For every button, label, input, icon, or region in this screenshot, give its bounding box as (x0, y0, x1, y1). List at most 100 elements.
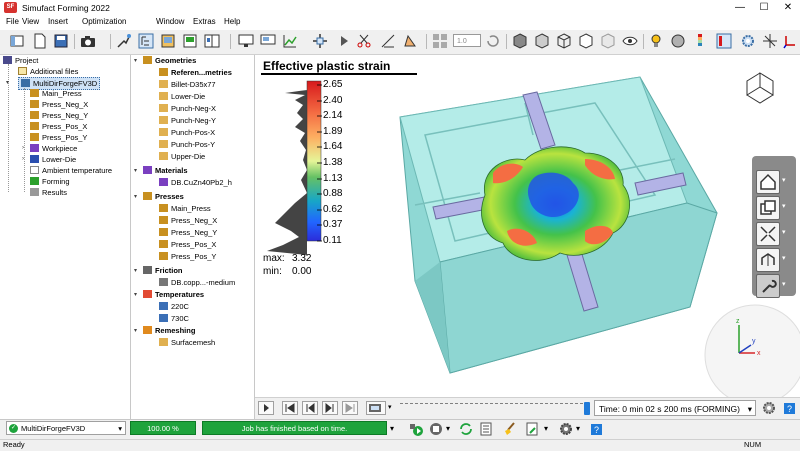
fit-view-button[interactable] (756, 222, 780, 246)
press-item[interactable]: Press_Pos_Y (159, 251, 216, 262)
job-settings-button[interactable] (558, 421, 574, 437)
coordinate-icon[interactable] (782, 33, 798, 49)
menu-window[interactable]: Window (156, 17, 184, 26)
tree-item-results[interactable]: Results (30, 187, 67, 198)
tree-item-project[interactable]: Project (3, 55, 38, 66)
menu-optimization[interactable]: Optimization (82, 17, 126, 26)
playback-settings-button[interactable] (761, 400, 777, 416)
process-setup-icon[interactable] (116, 33, 132, 49)
rotate-icon[interactable] (485, 33, 501, 49)
time-slider-thumb[interactable] (584, 402, 590, 415)
temperature-item[interactable]: 730C (159, 313, 189, 324)
material-sphere-icon[interactable] (670, 33, 686, 49)
geometry-item[interactable]: Punch-Neg-Y (159, 115, 216, 126)
section-temperatures[interactable]: Temperatures (143, 289, 204, 300)
measure-icon[interactable] (380, 33, 396, 49)
tree-item-additional-files[interactable]: Additional files (18, 66, 78, 77)
geometry-item[interactable]: Punch-Neg-X (159, 103, 216, 114)
view-mesh-icon[interactable] (556, 33, 572, 49)
view-solid-icon[interactable] (512, 33, 528, 49)
previous-frame-button[interactable] (302, 401, 318, 415)
view-wire-icon[interactable] (534, 33, 550, 49)
tree-item-forming[interactable]: Forming (30, 176, 70, 187)
collapse-toggle[interactable]: ▾ (6, 79, 9, 86)
chevron-down-icon[interactable]: ▾ (782, 176, 786, 184)
tree-item-main-press[interactable]: Main_Press (30, 88, 82, 99)
menu-extras[interactable]: Extras (193, 17, 216, 26)
settings-gear-icon[interactable] (740, 33, 756, 49)
next-frame-button[interactable] (322, 401, 338, 415)
section-geometries[interactable]: Geometries (143, 55, 196, 66)
view-transparent-icon[interactable] (600, 33, 616, 49)
temperature-item[interactable]: 220C (159, 301, 189, 312)
compare-view-icon[interactable] (204, 33, 220, 49)
collapse-toggle[interactable]: ▾ (134, 291, 137, 298)
close-button[interactable]: ✕ (776, 0, 800, 16)
report-button[interactable] (524, 421, 540, 437)
run-job-button[interactable] (408, 421, 424, 437)
menu-file[interactable]: File (6, 17, 19, 26)
play-icon[interactable] (336, 33, 352, 49)
camera-icon[interactable] (80, 33, 96, 49)
help-button[interactable]: ? (781, 400, 797, 416)
play-button[interactable] (258, 401, 274, 415)
move-icon[interactable] (312, 33, 328, 49)
tree-item-press-pos-y[interactable]: Press_Pos_Y (30, 132, 87, 143)
press-item[interactable]: Press_Neg_Y (159, 227, 217, 238)
chevron-down-icon[interactable]: ▾ (388, 403, 392, 411)
chart-icon[interactable] (282, 33, 298, 49)
menu-insert[interactable]: Insert (48, 17, 68, 26)
collapse-toggle[interactable]: ▾ (134, 327, 137, 334)
collapse-toggle[interactable]: ▾ (134, 57, 137, 64)
scale-settings-icon[interactable] (716, 33, 732, 49)
material-item[interactable]: DB.CuZn40Pb2_h (159, 177, 232, 188)
collapse-toggle[interactable]: ▾ (134, 193, 137, 200)
chevron-down-icon[interactable]: ▾ (782, 228, 786, 236)
tool-settings-button[interactable] (756, 274, 780, 298)
collapse-toggle[interactable]: ▾ (134, 267, 137, 274)
zoom-input[interactable]: 1.0 (453, 34, 481, 47)
section-remeshing[interactable]: Remeshing (143, 325, 195, 336)
tree-item-press-neg-x[interactable]: Press_Neg_X (30, 99, 88, 110)
geometry-item[interactable]: Billet-D35x77 (159, 79, 216, 90)
remeshing-item[interactable]: Surfacemesh (159, 337, 215, 348)
simulation-select[interactable]: ✓ MultiDirForgeFV3D ▾ (6, 421, 126, 435)
tree-item-ambient-temperature[interactable]: Ambient temperature (30, 165, 112, 176)
refresh-button[interactable] (458, 421, 474, 437)
color-scale-icon[interactable] (692, 33, 708, 49)
expand-toggle[interactable]: › (22, 145, 24, 151)
stop-job-button[interactable] (428, 421, 444, 437)
home-view-button[interactable] (756, 170, 780, 194)
press-item[interactable]: Press_Pos_X (159, 239, 216, 250)
minimize-button[interactable]: — (728, 0, 752, 16)
expand-toggle[interactable]: › (22, 156, 24, 162)
friction-item[interactable]: DB.copp...-medium (159, 277, 235, 288)
axes-icon[interactable] (762, 33, 778, 49)
geometry-item[interactable]: Lower-Die (159, 91, 205, 102)
maximize-button[interactable]: ☐ (752, 0, 776, 16)
job-help-button[interactable]: ? (588, 421, 604, 437)
angle-icon[interactable] (402, 33, 418, 49)
result-view-icon[interactable] (182, 33, 198, 49)
gallery-icon[interactable] (160, 33, 176, 49)
tree-item-press-neg-y[interactable]: Press_Neg_Y (30, 110, 88, 121)
section-materials[interactable]: Materials (143, 165, 188, 176)
first-frame-button[interactable] (282, 401, 298, 415)
geometry-item[interactable]: Referen...metries (159, 67, 232, 78)
press-item[interactable]: Main_Press (159, 203, 211, 214)
chevron-down-icon[interactable]: ▾ (782, 202, 786, 210)
tree-item-lower-die[interactable]: Lower-Die (30, 154, 76, 165)
geometry-item[interactable]: Punch-Pos-Y (159, 139, 215, 150)
view-outline-icon[interactable] (578, 33, 594, 49)
copy-view-button[interactable] (756, 196, 780, 220)
menu-view[interactable]: View (22, 17, 39, 26)
chevron-down-icon[interactable]: ▾ (446, 424, 450, 433)
chevron-down-icon[interactable]: ▾ (544, 424, 548, 433)
chevron-down-icon[interactable]: ▾ (576, 424, 580, 433)
toggle-panel-icon[interactable] (9, 33, 25, 49)
tree-item-workpiece[interactable]: Workpiece (30, 143, 77, 154)
light-bulb-icon[interactable] (648, 33, 664, 49)
geometry-item[interactable]: Punch-Pos-X (159, 127, 215, 138)
tree-item-press-pos-x[interactable]: Press_Pos_X (30, 121, 87, 132)
menu-help[interactable]: Help (224, 17, 240, 26)
